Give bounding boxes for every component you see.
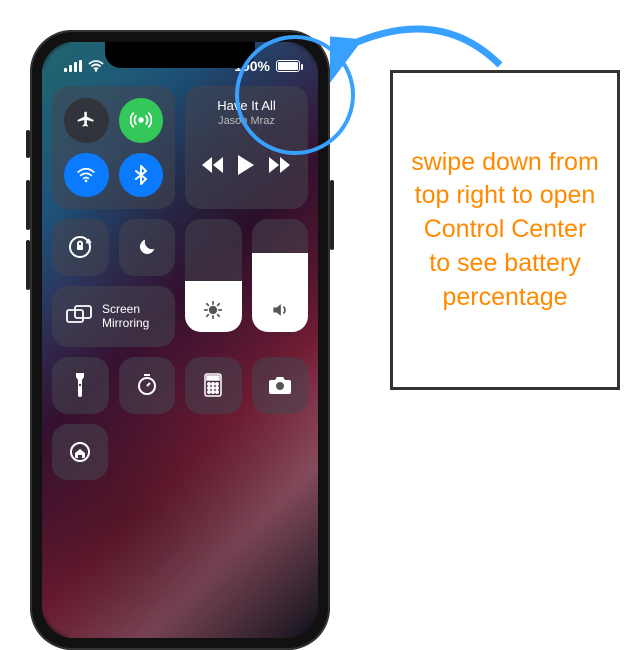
home-button[interactable]: [52, 424, 108, 480]
screen-mirroring-icon: [66, 305, 92, 327]
camera-icon: [268, 375, 292, 395]
calculator-button[interactable]: [185, 357, 242, 414]
brightness-slider[interactable]: [185, 219, 242, 332]
home-icon: [68, 440, 92, 464]
wifi-status-icon: [88, 60, 104, 72]
airplane-mode-button[interactable]: [64, 98, 109, 143]
cellular-icon: [130, 109, 152, 131]
bluetooth-icon: [134, 165, 148, 185]
annotation-arrow: [330, 10, 510, 90]
instruction-text: swipe down from top right to open Contro…: [411, 146, 599, 315]
status-left: [64, 60, 104, 72]
volume-icon: [270, 300, 290, 320]
flashlight-icon: [73, 373, 87, 397]
cellular-data-button[interactable]: [119, 98, 164, 143]
camera-button[interactable]: [252, 357, 309, 414]
moon-icon: [136, 236, 158, 258]
instruction-box: swipe down from top right to open Contro…: [390, 70, 620, 390]
volume-slider[interactable]: [252, 219, 309, 332]
home-row: [52, 424, 308, 480]
airplane-icon: [76, 110, 96, 130]
play-icon[interactable]: [237, 155, 255, 175]
brightness-icon: [203, 300, 223, 320]
do-not-disturb-button[interactable]: [119, 219, 176, 276]
connectivity-group[interactable]: [52, 86, 175, 209]
screen-mirroring-label: Screen Mirroring: [102, 302, 149, 331]
bluetooth-button[interactable]: [119, 153, 164, 198]
wifi-icon: [76, 165, 96, 185]
prev-track-icon[interactable]: [202, 157, 224, 173]
orientation-lock-button[interactable]: [52, 219, 109, 276]
orientation-lock-icon: [67, 234, 93, 260]
flashlight-button[interactable]: [52, 357, 109, 414]
volume-fill: [252, 253, 309, 332]
side-button-vol-down: [26, 240, 30, 290]
screen-mirroring-button[interactable]: Screen Mirroring: [52, 286, 175, 348]
calculator-icon: [204, 373, 222, 397]
annotation-circle: [235, 35, 355, 155]
timer-icon: [135, 373, 159, 397]
notch: [105, 42, 255, 68]
timer-button[interactable]: [119, 357, 176, 414]
next-track-icon[interactable]: [269, 157, 291, 173]
side-button-power: [330, 180, 334, 250]
wifi-button[interactable]: [64, 153, 109, 198]
cellular-signal-icon: [64, 60, 82, 72]
side-button-vol-up: [26, 180, 30, 230]
side-button-silence: [26, 130, 30, 158]
